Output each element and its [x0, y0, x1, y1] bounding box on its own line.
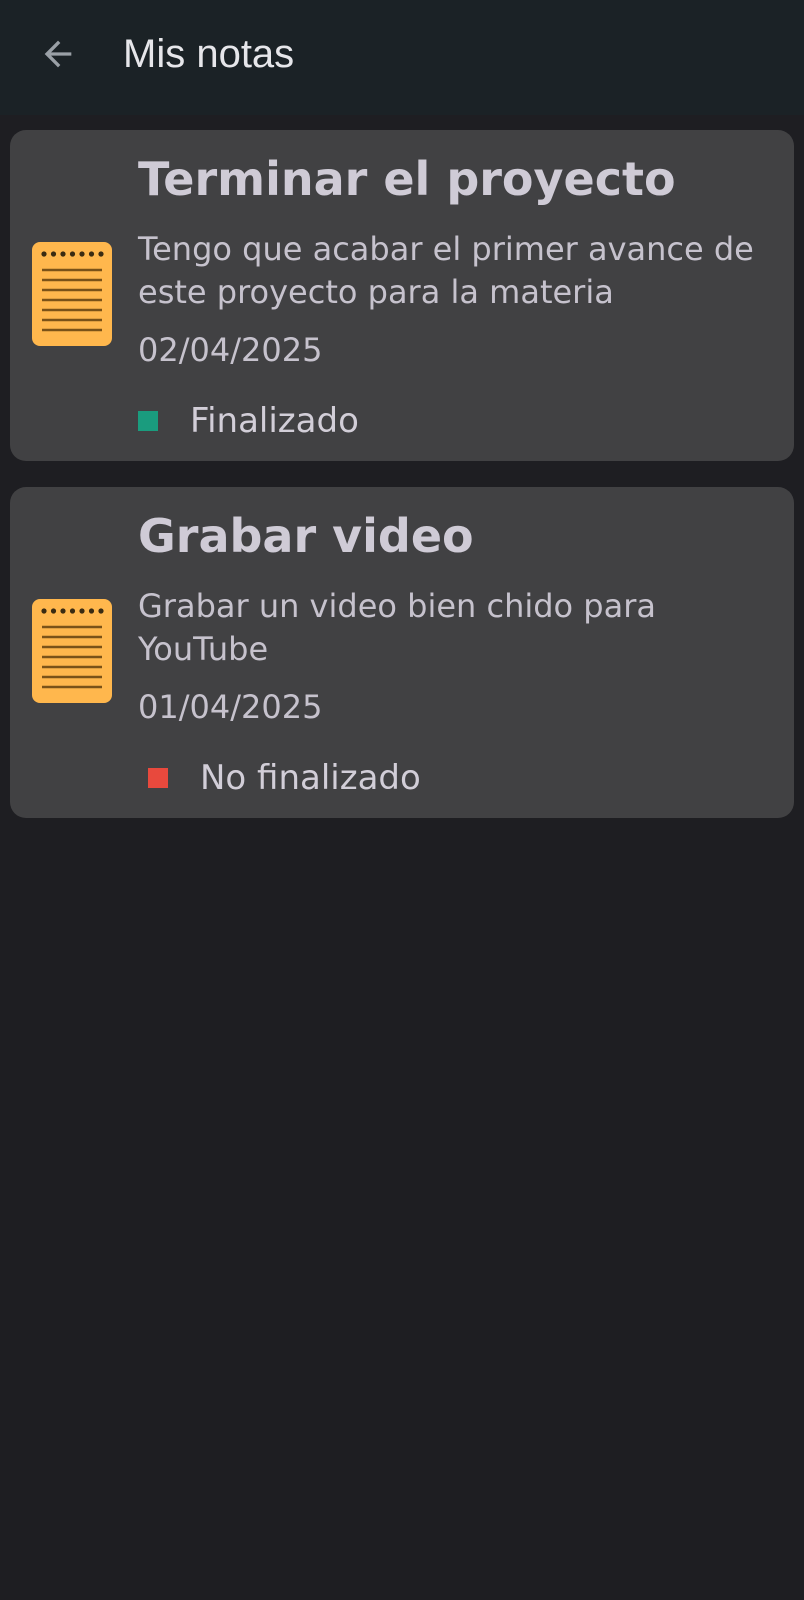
status-indicator — [148, 768, 168, 788]
note-status: Finalizado — [138, 399, 359, 443]
app-bar: Mis notas — [0, 0, 804, 115]
note-card[interactable]: Terminar el proyecto Tengo que acabar el… — [10, 130, 794, 461]
status-label: No finalizado — [200, 758, 421, 798]
note-date: 02/04/2025 — [138, 331, 323, 369]
note-description: Grabar un video bien chido para YouTube — [138, 587, 656, 668]
note-description: Tengo que acabar el primer avance de est… — [138, 230, 754, 311]
notepad-icon — [32, 242, 112, 346]
back-button[interactable] — [30, 26, 86, 82]
status-indicator — [138, 411, 158, 431]
page-title: Mis notas — [123, 32, 295, 76]
notepad-icon — [32, 599, 112, 703]
note-content: Grabar video Grabar un video bien chido … — [138, 505, 780, 729]
note-date: 01/04/2025 — [138, 688, 323, 726]
arrow-left-icon — [44, 40, 72, 68]
status-label: Finalizado — [190, 401, 359, 441]
notes-list: Terminar el proyecto Tengo que acabar el… — [10, 130, 794, 844]
note-content: Terminar el proyecto Tengo que acabar el… — [138, 148, 780, 372]
note-title: Grabar video — [138, 509, 474, 563]
note-card[interactable]: Grabar video Grabar un video bien chido … — [10, 487, 794, 818]
note-status: No finalizado — [148, 756, 421, 800]
note-title: Terminar el proyecto — [138, 152, 676, 206]
